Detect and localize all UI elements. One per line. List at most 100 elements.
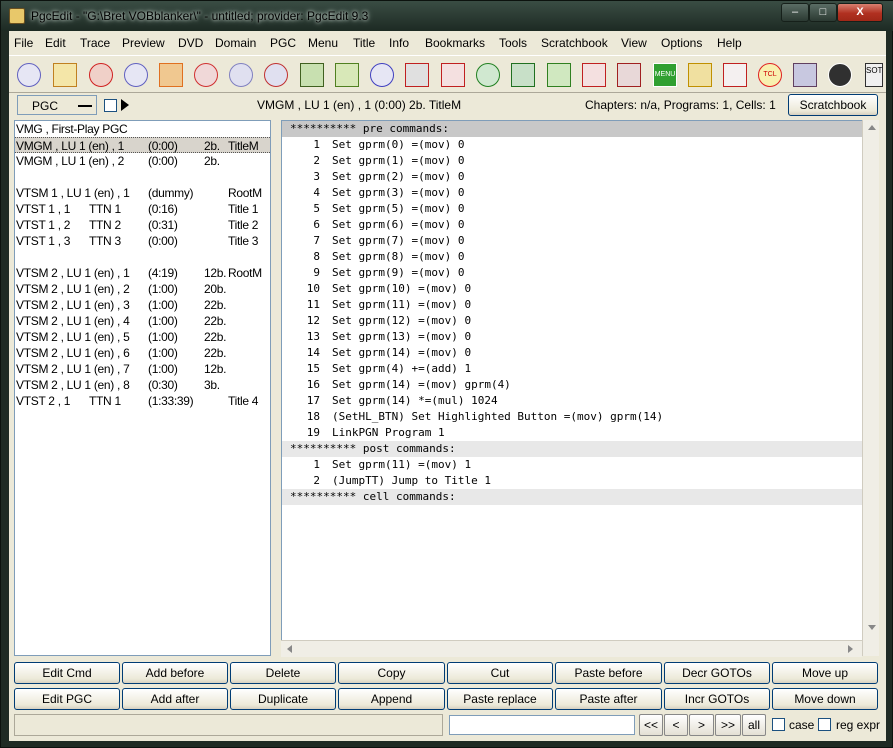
- pgc-list-item[interactable]: VTST 1 , 3 TTN 3 (0:00) Title 3: [15, 233, 270, 249]
- move-down-button[interactable]: Move down: [772, 688, 878, 710]
- duplicate-button[interactable]: Duplicate: [230, 688, 336, 710]
- copy-button[interactable]: Copy: [338, 662, 445, 684]
- dvd-check-button[interactable]: [366, 59, 398, 91]
- command-line[interactable]: 15 Set gprm(4) +=(add) 1: [290, 361, 860, 377]
- command-line[interactable]: 14 Set gprm(14) =(mov) 0: [290, 345, 860, 361]
- command-line[interactable]: 1 Set gprm(0) =(mov) 0: [290, 137, 860, 153]
- menu-title[interactable]: Title: [353, 36, 375, 50]
- horizontal-scrollbar[interactable]: [281, 640, 862, 657]
- pgc-list-item[interactable]: VTSM 2 , LU 1 (en) , 5 (1:00) 22b.: [15, 329, 270, 345]
- menu-help[interactable]: Help: [717, 36, 742, 50]
- decr-gotos-button[interactable]: Decr GOTOs: [664, 662, 770, 684]
- play-arrow-icon[interactable]: [121, 99, 129, 111]
- command-line[interactable]: 1 Set gprm(11) =(mov) 1: [290, 457, 860, 473]
- pgc-list-item[interactable]: VTST 2 , 1 TTN 1 (1:33:39) Title 4: [15, 393, 270, 409]
- save-button[interactable]: [296, 59, 328, 91]
- command-list[interactable]: ********** pre commands: 1 Set gprm(0) =(m…: [281, 120, 862, 656]
- pgc-list-item[interactable]: VMG , First-Play PGC: [15, 121, 270, 137]
- open-folder-button[interactable]: [49, 59, 81, 91]
- add-after-button[interactable]: Add after: [122, 688, 228, 710]
- pgc-list[interactable]: VMG , First-Play PGC VMGM , LU 1 (en) , 1…: [14, 120, 271, 656]
- pgc-list-item[interactable]: VTSM 2 , LU 1 (en) , 4 (1:00) 22b.: [15, 313, 270, 329]
- paste-replace-button[interactable]: Paste replace: [447, 688, 553, 710]
- command-line[interactable]: 12 Set gprm(12) =(mov) 0: [290, 313, 860, 329]
- find-all-button[interactable]: all: [742, 714, 766, 736]
- close-button[interactable]: X: [837, 3, 883, 22]
- add-before-button[interactable]: Add before: [122, 662, 228, 684]
- menu-file[interactable]: File: [14, 36, 33, 50]
- pgc-selector[interactable]: PGC: [17, 95, 97, 115]
- pgc-list-item[interactable]: VMGM , LU 1 (en) , 1 (0:00) 2b. TitleM: [15, 137, 270, 153]
- next-match-button[interactable]: >: [689, 714, 714, 736]
- tool-button[interactable]: [401, 59, 433, 91]
- menu-options[interactable]: Options: [661, 36, 702, 50]
- maximize-button[interactable]: □: [809, 3, 837, 22]
- command-line[interactable]: 11 Set gprm(11) =(mov) 0: [290, 297, 860, 313]
- command-section-header[interactable]: ********** pre commands:: [282, 121, 862, 137]
- menu-view[interactable]: View: [621, 36, 647, 50]
- paste-after-button[interactable]: Paste after: [555, 688, 662, 710]
- command-section-header[interactable]: ********** cell commands:: [282, 489, 862, 505]
- case-checkbox[interactable]: [772, 718, 785, 731]
- menu-bookmarks[interactable]: Bookmarks: [425, 36, 485, 50]
- menu-info[interactable]: Info: [389, 36, 409, 50]
- dvd-pair-button[interactable]: [225, 59, 257, 91]
- eye-button[interactable]: [789, 59, 821, 91]
- minimize-button[interactable]: –: [781, 3, 809, 22]
- navigate-button[interactable]: [824, 59, 856, 91]
- cut-button[interactable]: Cut: [447, 662, 553, 684]
- first-match-button[interactable]: <<: [639, 714, 663, 736]
- save-as-button[interactable]: [331, 59, 363, 91]
- command-line[interactable]: 3 Set gprm(2) =(mov) 0: [290, 169, 860, 185]
- pgc-checkbox[interactable]: [104, 99, 117, 112]
- pgc-list-item[interactable]: VTSM 2 , LU 1 (en) , 2 (1:00) 20b.: [15, 281, 270, 297]
- rocket-button[interactable]: [155, 59, 187, 91]
- pgc-list-item[interactable]: VTSM 2 , LU 1 (en) , 3 (1:00) 22b.: [15, 297, 270, 313]
- incr-gotos-button[interactable]: Incr GOTOs: [664, 688, 770, 710]
- scroll-down-icon[interactable]: [868, 625, 876, 630]
- search-input[interactable]: [449, 715, 635, 735]
- command-line[interactable]: 18 (SetHL_BTN) Set Highlighted Button =(m…: [290, 409, 860, 425]
- scroll-right-icon[interactable]: [848, 645, 853, 653]
- command-line[interactable]: 10 Set gprm(10) =(mov) 0: [290, 281, 860, 297]
- command-section-header[interactable]: ********** post commands:: [282, 441, 862, 457]
- scroll-left-icon[interactable]: [287, 645, 292, 653]
- command-line[interactable]: 7 Set gprm(7) =(mov) 0: [290, 233, 860, 249]
- last-match-button[interactable]: >>: [715, 714, 741, 736]
- vertical-scrollbar[interactable]: [862, 120, 879, 656]
- dvd-arrow-button[interactable]: [260, 59, 292, 91]
- command-line[interactable]: 19 LinkPGN Program 1: [290, 425, 860, 441]
- pgc-list-item[interactable]: VTSM 2 , LU 1 (en) , 6 (1:00) 22b.: [15, 345, 270, 361]
- chain-button[interactable]: [684, 59, 716, 91]
- pgc-list-item[interactable]: VTSM 1 , LU 1 (en) , 1 (dummy) RootM: [15, 185, 270, 201]
- play-film-button[interactable]: [507, 59, 539, 91]
- edit-cmd-button[interactable]: Edit Cmd: [14, 662, 120, 684]
- checklist-button[interactable]: [578, 59, 610, 91]
- command-line[interactable]: 8 Set gprm(8) =(mov) 0: [290, 249, 860, 265]
- command-line[interactable]: 6 Set gprm(6) =(mov) 0: [290, 217, 860, 233]
- globe-button[interactable]: [472, 59, 504, 91]
- find-button[interactable]: [190, 59, 222, 91]
- command-line[interactable]: 17 Set gprm(14) *=(mul) 1024: [290, 393, 860, 409]
- append-button[interactable]: Append: [338, 688, 445, 710]
- command-line[interactable]: 13 Set gprm(13) =(mov) 0: [290, 329, 860, 345]
- command-line[interactable]: 16 Set gprm(14) =(mov) gprm(4): [290, 377, 860, 393]
- command-line[interactable]: 2 Set gprm(1) =(mov) 0: [290, 153, 860, 169]
- gear-leaf-button[interactable]: [543, 59, 575, 91]
- command-line[interactable]: 2 (JumpTT) Jump to Title 1: [290, 473, 860, 489]
- numbers-search-button[interactable]: [719, 59, 751, 91]
- tcl-button[interactable]: TCL: [754, 59, 786, 91]
- menu-trace[interactable]: Trace: [80, 36, 110, 50]
- command-line[interactable]: 9 Set gprm(9) =(mov) 0: [290, 265, 860, 281]
- pgc-list-item[interactable]: VMGM , LU 1 (en) , 2 (0:00) 2b.: [15, 153, 270, 169]
- paste-before-button[interactable]: Paste before: [555, 662, 662, 684]
- pgc-list-item[interactable]: VTST 1 , 1 TTN 1 (0:16) Title 1: [15, 201, 270, 217]
- reload-button[interactable]: [85, 59, 117, 91]
- menu-edit[interactable]: Edit: [45, 36, 66, 50]
- menu-button[interactable]: MENU: [649, 59, 681, 91]
- title-bar[interactable]: PgcEdit - "G:\Bret VOBblanker\" - untitl…: [1, 1, 893, 31]
- prev-match-button[interactable]: <: [664, 714, 688, 736]
- menu-menu[interactable]: Menu: [308, 36, 338, 50]
- burn-dvd-button[interactable]: [120, 59, 152, 91]
- menu-scratchbook[interactable]: Scratchbook: [541, 36, 608, 50]
